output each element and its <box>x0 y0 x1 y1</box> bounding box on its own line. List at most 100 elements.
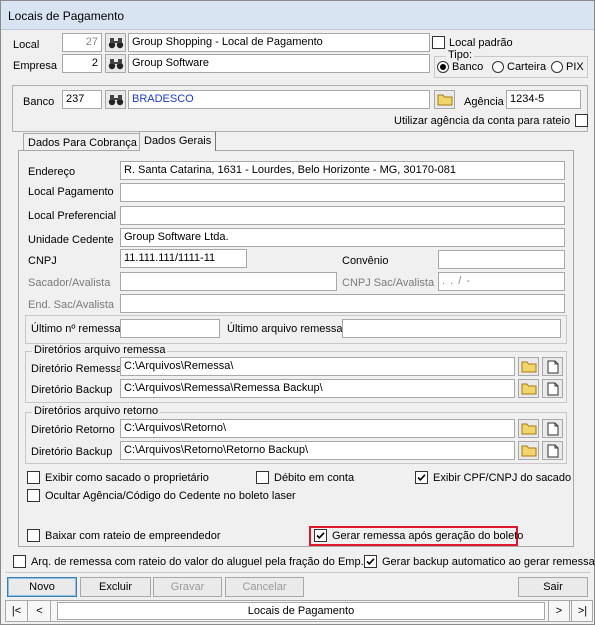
divider <box>5 572 590 573</box>
radio-circle <box>551 61 563 73</box>
tab-label: Dados Para Cobrança <box>28 137 137 149</box>
agencia-input[interactable]: 1234-5 <box>506 90 581 109</box>
tipo-pix-label: PIX <box>566 61 584 73</box>
tab-dados-gerais[interactable]: Dados Gerais <box>139 131 217 151</box>
excluir-label: Excluir <box>98 581 132 593</box>
ultimo-arquivo-input[interactable] <box>342 319 561 338</box>
convenio-label: Convênio <box>342 255 389 267</box>
local-name-input[interactable]: Group Shopping - Local de Pagamento <box>128 33 430 52</box>
prev-record-button[interactable]: < <box>29 600 51 622</box>
dir-retorno-folder-button[interactable] <box>518 419 539 438</box>
folder-icon <box>437 94 452 106</box>
binoculars-icon <box>108 58 123 69</box>
new-file-icon <box>547 360 558 373</box>
tipo-banco-label: Banco <box>452 61 484 73</box>
next-record-icon: > <box>555 605 563 617</box>
endereco-input[interactable]: R. Santa Catarina, 1631 - Lourdes, Belo … <box>120 161 565 180</box>
dir-remessa-new-button[interactable] <box>542 357 563 376</box>
checkbox-box <box>27 529 40 542</box>
local-pagamento-label: Local Pagamento <box>28 186 114 198</box>
convenio-input[interactable] <box>438 250 565 269</box>
first-record-icon: |< <box>11 605 22 617</box>
empresa-code-input[interactable]: 2 <box>62 54 102 73</box>
gerar-backup-checkbox[interactable]: Gerar backup automatico ao gerar remessa <box>364 555 595 568</box>
end-sac-input[interactable] <box>120 294 565 313</box>
local-code-input[interactable]: 27 <box>62 33 102 52</box>
unidade-cedente-input[interactable]: Group Software Ltda. <box>120 228 565 247</box>
novo-label: Novo <box>29 581 55 593</box>
endereco-label: Endereço <box>28 166 76 178</box>
ocultar-agencia-checkbox[interactable]: Ocultar Agência/Código do Cedente no bol… <box>27 489 296 502</box>
local-pagamento-input[interactable] <box>120 183 565 202</box>
local-search-button[interactable] <box>105 33 126 52</box>
dir-backup-retorno-folder-button[interactable] <box>518 441 539 460</box>
checkbox-box <box>314 529 327 542</box>
novo-button[interactable]: Novo <box>7 577 77 597</box>
sair-button[interactable]: Sair <box>518 577 588 597</box>
exibir-sacado-checkbox[interactable]: Exibir como sacado o proprietário <box>27 471 209 484</box>
end-sac-label: End. Sac/Avalista <box>28 299 115 311</box>
cancelar-button[interactable]: Cancelar <box>225 577 304 597</box>
cancelar-label: Cancelar <box>242 581 287 593</box>
dir-remessa-folder-button[interactable] <box>518 357 539 376</box>
unidade-cedente-label: Unidade Cedente <box>28 234 114 246</box>
sacador-label: Sacador/Avalista <box>28 277 111 289</box>
next-record-button[interactable]: > <box>548 600 570 622</box>
status-text-box: Locais de Pagamento <box>57 602 545 620</box>
folder-icon <box>521 383 536 395</box>
local-padrao-checkbox[interactable]: Local padrão <box>432 36 513 49</box>
sacador-input[interactable] <box>120 272 337 291</box>
checkbox-box <box>415 471 428 484</box>
dir-backup-remessa-folder-button[interactable] <box>518 379 539 398</box>
tipo-banco-radio[interactable]: Banco <box>437 61 483 73</box>
dir-retorno-new-button[interactable] <box>542 419 563 438</box>
gravar-button[interactable]: Gravar <box>153 577 222 597</box>
empresa-name-input[interactable]: Group Software <box>128 54 430 73</box>
cnpj-label: CNPJ <box>28 255 57 267</box>
last-record-button[interactable]: >| <box>571 600 593 622</box>
tipo-pix-radio[interactable]: PIX <box>551 61 584 73</box>
window-title: Locais de Pagamento <box>8 9 125 23</box>
banco-search-button[interactable] <box>105 90 126 109</box>
debito-conta-checkbox[interactable]: Débito em conta <box>256 471 354 484</box>
cnpj-sac-label: CNPJ Sac/Avalista <box>342 277 435 289</box>
empresa-search-button[interactable] <box>105 54 126 73</box>
dir-retorno-input[interactable]: C:\Arquivos\Retorno\ <box>120 419 515 438</box>
banco-folder-button[interactable] <box>434 90 455 109</box>
tab-label: Dados Gerais <box>144 135 212 147</box>
status-text: Locais de Pagamento <box>247 605 355 617</box>
gerar-remessa-checkbox[interactable]: Gerar remessa após geração do boleto <box>314 529 523 542</box>
check-icon <box>316 532 325 539</box>
cnpj-input[interactable]: 11.111.111/1111-11 <box>120 249 247 268</box>
dir-backup-remessa-input[interactable]: C:\Arquivos\Remessa\Remessa Backup\ <box>120 379 515 398</box>
banco-label: Banco <box>23 96 55 108</box>
local-padrao-label: Local padrão <box>449 36 513 49</box>
cnpj-sac-input[interactable]: . . / - <box>438 272 565 291</box>
radio-circle <box>492 61 504 73</box>
banco-code-input[interactable]: 237 <box>62 90 102 109</box>
ultimo-remessa-label: Último nº remessa <box>31 323 121 335</box>
exibir-cpf-checkbox[interactable]: Exibir CPF/CNPJ do sacado <box>415 471 571 484</box>
arq-remessa-rateio-checkbox[interactable]: Arq. de remessa com rateio do valor do a… <box>13 555 364 568</box>
utilizar-agencia-checkbox[interactable]: Utilizar agência da conta para rateio <box>394 114 589 127</box>
banco-name-input[interactable]: BRADESCO <box>128 90 430 109</box>
ultimo-remessa-input[interactable] <box>120 319 220 338</box>
dir-remessa-input[interactable]: C:\Arquivos\Remessa\ <box>120 357 515 376</box>
agencia-label: Agência <box>464 96 504 108</box>
baixar-rateio-checkbox[interactable]: Baixar com rateio de empreendedor <box>27 529 220 542</box>
tipo-carteira-radio[interactable]: Carteira <box>492 61 546 73</box>
checkbox-box <box>27 489 40 502</box>
dir-backup-remessa-new-button[interactable] <box>542 379 563 398</box>
dir-backup-retorno-input[interactable]: C:\Arquivos\Retorno\Retorno Backup\ <box>120 441 515 460</box>
sair-label: Sair <box>543 581 563 593</box>
first-record-button[interactable]: |< <box>6 600 28 622</box>
checkbox-box <box>575 114 589 127</box>
gravar-label: Gravar <box>170 581 205 593</box>
check-icon <box>417 474 426 481</box>
excluir-button[interactable]: Excluir <box>80 577 151 597</box>
last-record-icon: >| <box>577 605 588 617</box>
dir-backup-retorno-new-button[interactable] <box>542 441 563 460</box>
checkbox-box <box>364 555 377 568</box>
local-preferencial-input[interactable] <box>120 206 565 225</box>
tab-dados-para-cobranca[interactable]: Dados Para Cobrança <box>23 133 142 150</box>
